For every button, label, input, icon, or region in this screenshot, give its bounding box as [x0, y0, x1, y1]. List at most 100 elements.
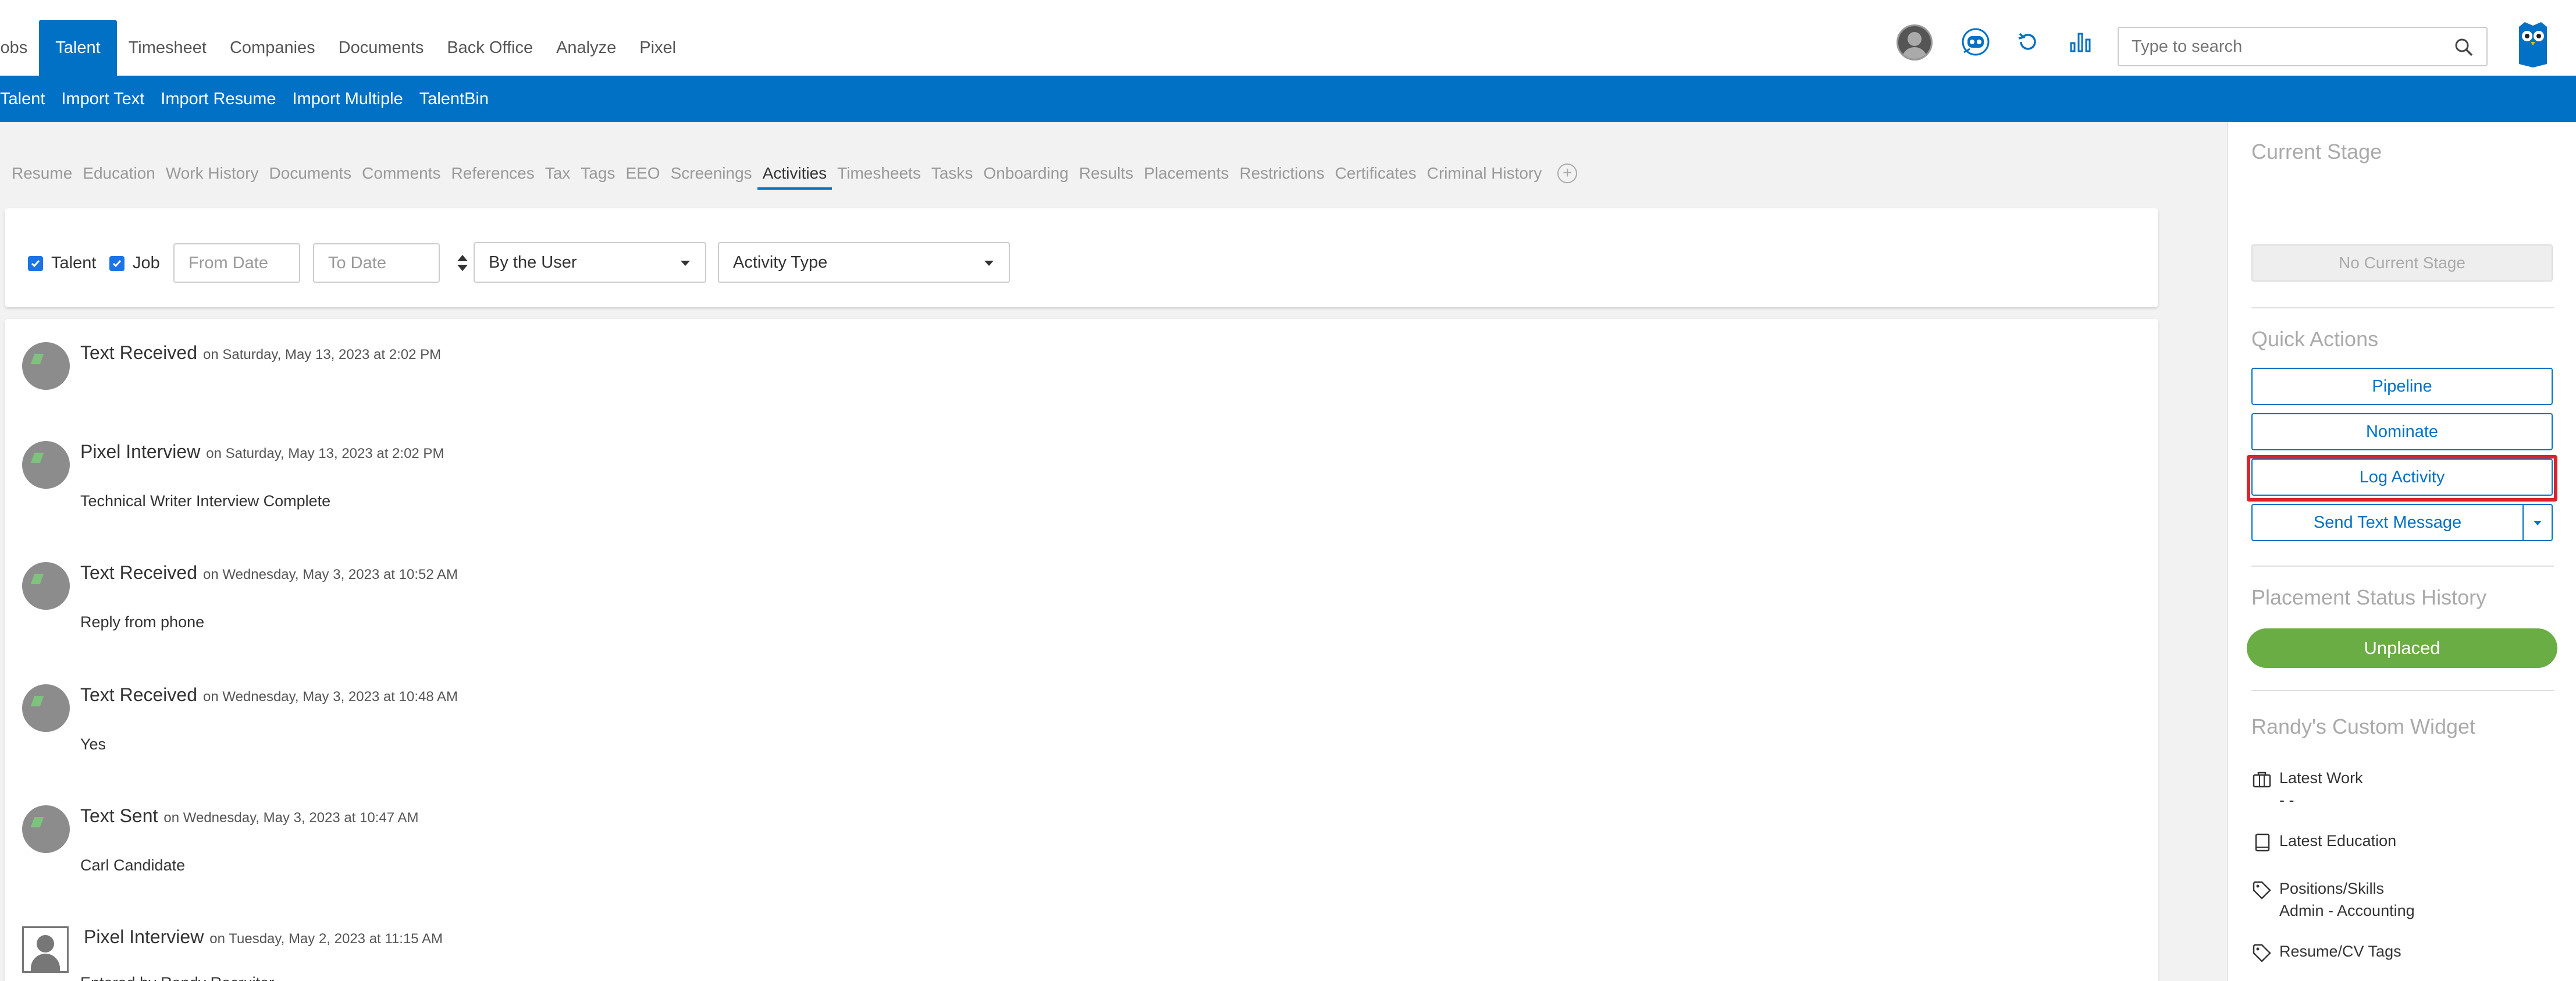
tab-timesheet[interactable]: Timesheet	[117, 20, 218, 76]
activity-title: Pixel Interview	[80, 441, 201, 462]
activity-type-select[interactable]: Activity Type	[718, 242, 1010, 283]
tab-pixel[interactable]: Pixel	[628, 20, 688, 76]
chevron-down-icon	[984, 261, 994, 266]
tab-comments[interactable]: Comments	[357, 157, 446, 190]
tab-eeo[interactable]: EEO	[620, 157, 665, 190]
search-input[interactable]	[2132, 28, 2446, 65]
to-date-input[interactable]: To Date	[313, 243, 440, 283]
owl-logo-icon[interactable]	[2517, 21, 2549, 69]
activity-title: Text Received	[80, 562, 197, 583]
activity-title: Text Sent	[80, 805, 158, 826]
tab-analyze[interactable]: Analyze	[545, 20, 628, 76]
tab-certificates[interactable]: Certificates	[1330, 157, 1422, 190]
tab-tags[interactable]: Tags	[575, 157, 620, 190]
avatar	[22, 805, 70, 853]
talent-detail-pane: Resume Education Work History Documents …	[0, 122, 2227, 981]
tab-documents-profile[interactable]: Documents	[264, 157, 357, 190]
tab-timesheets[interactable]: Timesheets	[832, 157, 926, 190]
nominate-button[interactable]: Nominate	[2251, 413, 2553, 450]
current-stage-title: Current Stage	[2251, 140, 2382, 164]
tab-resume[interactable]: Resume	[12, 157, 77, 190]
send-text-message-button[interactable]: Send Text Message	[2251, 504, 2553, 541]
talent-filter-checkbox[interactable]: Talent	[28, 254, 96, 273]
tab-screenings[interactable]: Screenings	[666, 157, 757, 190]
log-activity-highlight	[2247, 455, 2557, 502]
tab-references[interactable]: References	[446, 157, 540, 190]
activity-body: Technical Writer Interview Complete	[80, 492, 331, 510]
add-tab-icon[interactable]: +	[1557, 164, 1578, 183]
subnav-import-text[interactable]: Import Text	[53, 90, 152, 109]
subnav-talent[interactable]: Talent	[0, 90, 53, 109]
right-sidebar: Current Stage No Current Stage Quick Act…	[2228, 122, 2576, 981]
tab-placements[interactable]: Placements	[1138, 157, 1234, 190]
user-filter-select[interactable]: By the User	[474, 242, 706, 283]
subnav-import-multiple[interactable]: Import Multiple	[284, 90, 411, 109]
tag-icon	[2251, 880, 2272, 901]
avatar	[22, 562, 70, 610]
tab-tax[interactable]: Tax	[540, 157, 576, 190]
latest-work-row: Latest Work - -	[2251, 767, 2363, 811]
refresh-icon[interactable]	[2011, 24, 2045, 59]
resume-tags-label: Resume/CV Tags	[2279, 943, 2401, 960]
user-filter-value: By the User	[489, 253, 577, 272]
positions-skills-row: Positions/Skills Admin - Accounting	[2251, 877, 2415, 922]
latest-work-label: Latest Work	[2279, 769, 2363, 787]
tab-criminal-history[interactable]: Criminal History	[1422, 157, 1547, 190]
analytics-icon[interactable]	[2063, 24, 2098, 59]
tag-icon	[2251, 943, 2272, 964]
quick-actions-title: Quick Actions	[2251, 327, 2379, 351]
tab-education[interactable]: Education	[77, 157, 161, 190]
activity-title: Text Received	[80, 342, 197, 363]
chevron-down-icon[interactable]	[2524, 505, 2552, 540]
tab-talent[interactable]: Talent	[39, 20, 117, 76]
tab-results[interactable]: Results	[1074, 157, 1138, 190]
latest-work-value: - -	[2279, 791, 2294, 809]
tab-companies[interactable]: Companies	[218, 20, 327, 76]
divider	[2251, 690, 2554, 691]
activity-type-value: Activity Type	[733, 253, 828, 272]
activity-date: on Wednesday, May 3, 2023 at 10:52 AM	[202, 567, 458, 582]
activity-body: Carl Candidate	[80, 856, 186, 874]
subnav-import-resume[interactable]: Import Resume	[152, 90, 284, 109]
global-search[interactable]	[2118, 27, 2488, 66]
from-date-input[interactable]: From Date	[173, 243, 300, 283]
briefcase-icon	[2251, 769, 2272, 790]
tab-jobs[interactable]: Jobs	[0, 20, 39, 76]
avatar	[22, 441, 70, 489]
subnav-talentbin[interactable]: TalentBin	[411, 90, 497, 109]
sort-icon[interactable]	[455, 253, 470, 273]
checkbox-checked-icon[interactable]	[28, 255, 43, 271]
job-filter-checkbox[interactable]: Job	[109, 254, 160, 273]
positions-skills-value: Admin - Accounting	[2279, 902, 2415, 919]
job-filter-label: Job	[133, 254, 160, 272]
avatar	[22, 342, 70, 390]
placement-history-title: Placement Status History	[2251, 585, 2487, 609]
latest-education-label: Latest Education	[2279, 832, 2397, 850]
talent-subnav: Talent Import Text Import Resume Import …	[0, 76, 2576, 122]
tab-onboarding[interactable]: Onboarding	[978, 157, 1073, 190]
send-text-message-label[interactable]: Send Text Message	[2253, 505, 2524, 540]
activity-body: Entered by Randy Recruiter	[80, 974, 274, 981]
search-icon[interactable]	[2454, 37, 2474, 60]
activity-date: on Wednesday, May 3, 2023 at 10:47 AM	[163, 810, 419, 826]
tab-activities[interactable]: Activities	[757, 157, 832, 190]
activity-date: on Saturday, May 13, 2023 at 2:02 PM	[202, 347, 442, 362]
book-icon	[2251, 832, 2272, 853]
avatar	[22, 926, 69, 973]
pixel-bot-icon[interactable]	[1958, 24, 1993, 59]
pipeline-button[interactable]: Pipeline	[2251, 368, 2553, 405]
tab-tasks[interactable]: Tasks	[926, 157, 979, 190]
placement-status-badge[interactable]: Unplaced	[2247, 628, 2557, 668]
tab-documents[interactable]: Documents	[327, 20, 436, 76]
tab-work-history[interactable]: Work History	[161, 157, 264, 190]
activity-list: Text Received on Saturday, May 13, 2023 a…	[5, 319, 2158, 981]
resume-tags-row: Resume/CV Tags	[2251, 940, 2401, 964]
main-tabs: Jobs Talent Timesheet Companies Document…	[0, 0, 688, 76]
tab-back-office[interactable]: Back Office	[435, 20, 545, 76]
activity-date: on Tuesday, May 2, 2023 at 11:15 AM	[209, 931, 443, 947]
user-avatar[interactable]	[1897, 24, 1933, 61]
custom-widget-title: Randy's Custom Widget	[2251, 715, 2476, 738]
tab-restrictions[interactable]: Restrictions	[1234, 157, 1329, 190]
checkbox-checked-icon[interactable]	[109, 255, 124, 271]
top-nav: Jobs Talent Timesheet Companies Document…	[0, 0, 2576, 76]
